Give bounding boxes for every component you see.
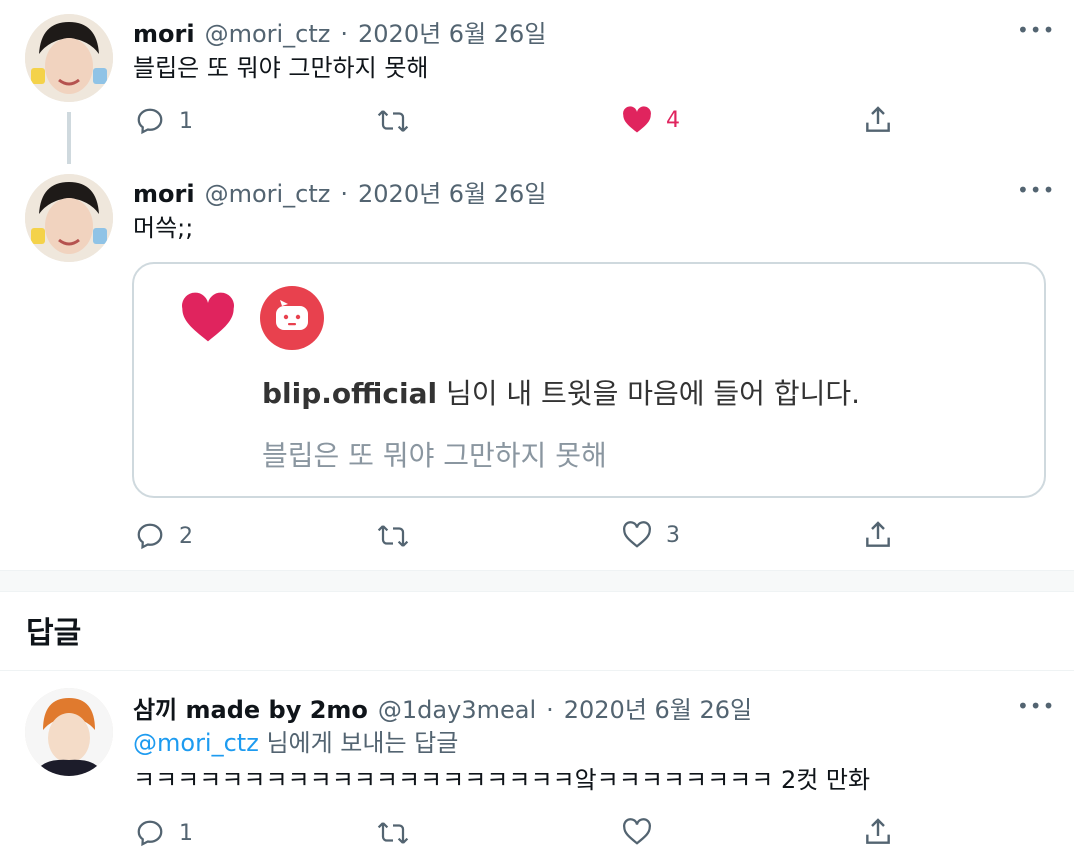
share-icon xyxy=(866,106,890,132)
thread-line xyxy=(67,112,71,164)
more-icon[interactable]: ••• xyxy=(1017,694,1055,718)
account-name: blip.official xyxy=(262,377,438,410)
share-icon xyxy=(866,521,890,547)
separator: · xyxy=(340,180,349,208)
tweet-date[interactable]: 2020년 6월 26일 xyxy=(358,14,546,49)
media-card[interactable]: blip.official 님이 내 트윗을 마음에 들어 합니다. 블립은 또… xyxy=(132,262,1046,498)
mention-link[interactable]: @mori_ctz xyxy=(133,729,259,757)
retweet-button[interactable] xyxy=(376,106,410,136)
heart-icon xyxy=(623,106,651,133)
separator: · xyxy=(546,696,554,724)
share-icon xyxy=(866,818,890,844)
more-icon[interactable]: ••• xyxy=(1017,178,1055,202)
section-divider xyxy=(0,570,1074,592)
retweet-button[interactable] xyxy=(376,818,410,848)
reply-button[interactable]: 2 xyxy=(135,521,193,551)
reply-icon xyxy=(137,820,163,847)
more-icon[interactable]: ••• xyxy=(1017,18,1055,42)
reply-button[interactable]: 1 xyxy=(135,106,193,136)
retweet-icon xyxy=(377,525,409,547)
retweet-icon xyxy=(377,110,409,132)
like-button[interactable] xyxy=(622,818,652,846)
tweet-date[interactable]: 2020년 6월 26일 xyxy=(564,690,752,725)
avatar[interactable] xyxy=(25,174,113,262)
author-handle[interactable]: @1day3meal xyxy=(378,696,536,724)
reply-context: @mori_ctz 님에게 보내는 답글 xyxy=(133,727,458,759)
author-name[interactable]: mori xyxy=(133,180,195,208)
share-button[interactable] xyxy=(862,519,894,551)
author-name[interactable]: 삼끼 made by 2mo xyxy=(133,690,368,725)
tweet-date[interactable]: 2020년 6월 26일 xyxy=(358,174,546,209)
reply-context-suffix: 님에게 보내는 답글 xyxy=(258,729,459,757)
like-button[interactable]: 3 xyxy=(622,521,680,549)
author-name[interactable]: mori xyxy=(133,20,195,48)
reply-count: 1 xyxy=(179,108,193,134)
notification-message: 님이 내 트윗을 마음에 들어 합니다. xyxy=(437,377,861,410)
avatar[interactable] xyxy=(25,14,113,102)
share-button[interactable] xyxy=(862,816,894,848)
like-count: 3 xyxy=(666,522,680,548)
heart-icon xyxy=(182,292,234,342)
tweet-text: 머쓱;; xyxy=(133,214,194,242)
divider xyxy=(0,670,1074,671)
tweet-header: mori @mori_ctz · 2020년 6월 26일 xyxy=(133,174,546,209)
retweet-button[interactable] xyxy=(376,521,410,551)
quoted-tweet-text: 블립은 또 뭐야 그만하지 못해 xyxy=(262,439,607,472)
section-title: 답글 xyxy=(26,616,82,651)
separator: · xyxy=(340,20,349,48)
share-button[interactable] xyxy=(862,104,894,136)
author-handle[interactable]: @mori_ctz xyxy=(205,20,331,48)
tweet-header: mori @mori_ctz · 2020년 6월 26일 xyxy=(133,14,546,49)
like-button[interactable]: 4 xyxy=(622,106,680,134)
heart-icon xyxy=(623,818,651,845)
blip-logo-icon xyxy=(260,286,324,350)
tweet-text: 블립은 또 뭐야 그만하지 못해 xyxy=(133,54,429,82)
reply-button[interactable]: 1 xyxy=(135,818,193,848)
notification-text: blip.official 님이 내 트윗을 마음에 들어 합니다. xyxy=(262,372,860,412)
reply-icon xyxy=(137,108,163,135)
author-handle[interactable]: @mori_ctz xyxy=(205,180,331,208)
tweet-text: ㅋㅋㅋㅋㅋㅋㅋㅋㅋㅋㅋㅋㅋㅋㅋㅋㅋㅋㅋㅋ앜ㅋㅋㅋㅋㅋㅋㅋㅋ 2컷 만화 xyxy=(133,766,871,794)
retweet-icon xyxy=(377,822,409,844)
reply-icon xyxy=(137,523,163,550)
reply-count: 2 xyxy=(179,523,193,549)
tweet-header: 삼끼 made by 2mo @1day3meal · 2020년 6월 26일 xyxy=(133,690,752,725)
reply-count: 1 xyxy=(179,820,193,846)
like-count: 4 xyxy=(666,107,680,133)
avatar[interactable] xyxy=(25,688,113,776)
heart-icon xyxy=(623,521,651,548)
